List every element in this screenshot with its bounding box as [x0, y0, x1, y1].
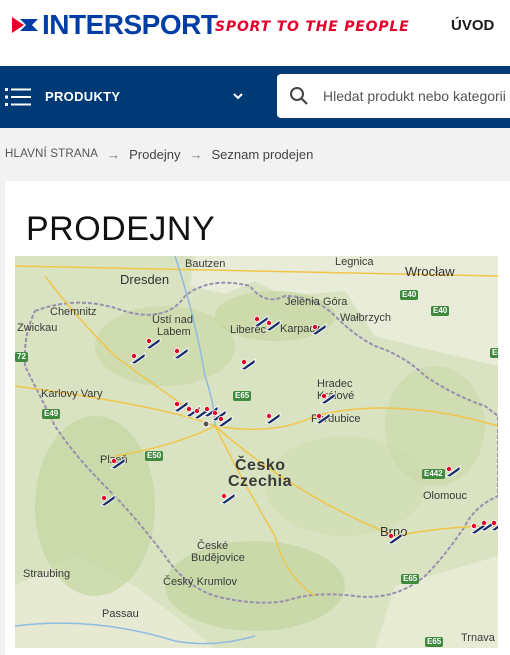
map-label: České	[197, 540, 229, 552]
map-label: Bautzen	[185, 258, 226, 270]
products-menu-button[interactable]: PRODUKTY	[45, 89, 120, 104]
map-label: Legnica	[335, 256, 374, 268]
search-icon[interactable]	[289, 86, 309, 106]
store-marker-icon[interactable]	[315, 411, 331, 425]
breadcrumb-home[interactable]: HLAVNÍ STRANA	[5, 148, 98, 160]
map-label: Český Krumlov	[163, 576, 237, 588]
road-shield: E65	[233, 391, 252, 401]
logo-text: INTERSPORT	[42, 9, 218, 40]
arrow-right-icon: →	[189, 146, 203, 162]
road-shield: E40	[431, 306, 450, 316]
store-marker-icon[interactable]	[100, 493, 116, 507]
map-label: Passau	[102, 608, 139, 620]
slogan: SPORT TO THE PEOPLE	[215, 19, 410, 35]
store-marker-icon[interactable]	[320, 391, 336, 405]
store-marker-icon[interactable]	[217, 414, 233, 428]
search-box[interactable]	[277, 74, 510, 118]
store-map[interactable]: Bautzen Dresden Legnica Wrocław Chemnitz…	[15, 256, 498, 648]
store-marker-icon[interactable]	[145, 336, 161, 350]
map-label: Dresden	[120, 272, 170, 287]
page-title: PRODEJNY	[26, 210, 216, 248]
road-shield: E49	[42, 409, 61, 419]
store-marker-icon[interactable]	[130, 351, 146, 365]
breadcrumb-prodejny[interactable]: Prodejny	[129, 147, 180, 162]
map-label: Wałbrzych	[340, 312, 391, 324]
intersport-logo[interactable]: INTERSPORT	[10, 9, 218, 40]
road-shield: E442	[422, 469, 445, 479]
arrow-right-icon: →	[107, 146, 121, 162]
breadcrumb-current: Seznam prodejen	[211, 146, 314, 162]
store-marker-icon[interactable]	[311, 322, 327, 336]
map-label: Budějovice	[191, 552, 245, 564]
road-shield: E40	[400, 290, 419, 300]
map-label: Zwickau	[17, 322, 58, 334]
store-marker-icon[interactable]	[445, 464, 461, 478]
map-label: Labem	[157, 326, 191, 338]
map-label: Karlovy Vary	[41, 388, 103, 400]
store-marker-icon[interactable]	[240, 357, 256, 371]
road-shield: E65	[425, 637, 444, 647]
map-label: Olomouc	[423, 490, 468, 502]
breadcrumb: HLAVNÍ STRANA → Prodejny → Seznam prodej…	[5, 145, 313, 163]
road-shield: 72	[15, 352, 28, 362]
chevron-down-icon[interactable]	[232, 91, 244, 101]
store-marker-icon[interactable]	[220, 491, 236, 505]
site-header: INTERSPORT SPORT TO THE PEOPLE ÚVOD	[0, 0, 510, 66]
intersport-logo-icon	[12, 17, 38, 33]
map-label: Hradec	[317, 378, 353, 390]
search-input[interactable]	[323, 84, 510, 108]
map-country-label: Czechia	[228, 473, 292, 490]
map-label: Straubing	[23, 568, 71, 580]
map-label: Jelenia Góra	[285, 296, 348, 308]
store-marker-icon[interactable]	[265, 411, 281, 425]
road-shield: E65	[401, 574, 420, 584]
store-marker-icon[interactable]	[173, 346, 189, 360]
store-marker-icon[interactable]	[110, 456, 126, 470]
map-label: Wrocław	[405, 264, 455, 279]
store-marker-icon[interactable]	[387, 531, 403, 545]
store-marker-icon[interactable]	[490, 518, 498, 532]
map-label: Chemnitz	[50, 306, 97, 318]
road-shield: E50	[145, 451, 164, 461]
map-label: Ústí nad	[152, 314, 193, 326]
menu-icon[interactable]	[5, 87, 31, 107]
nav-link-uvod[interactable]: ÚVOD	[451, 17, 494, 34]
store-marker-icon[interactable]	[265, 318, 281, 332]
map-label: Trnava	[461, 632, 495, 644]
road-shield: E67	[490, 348, 498, 358]
